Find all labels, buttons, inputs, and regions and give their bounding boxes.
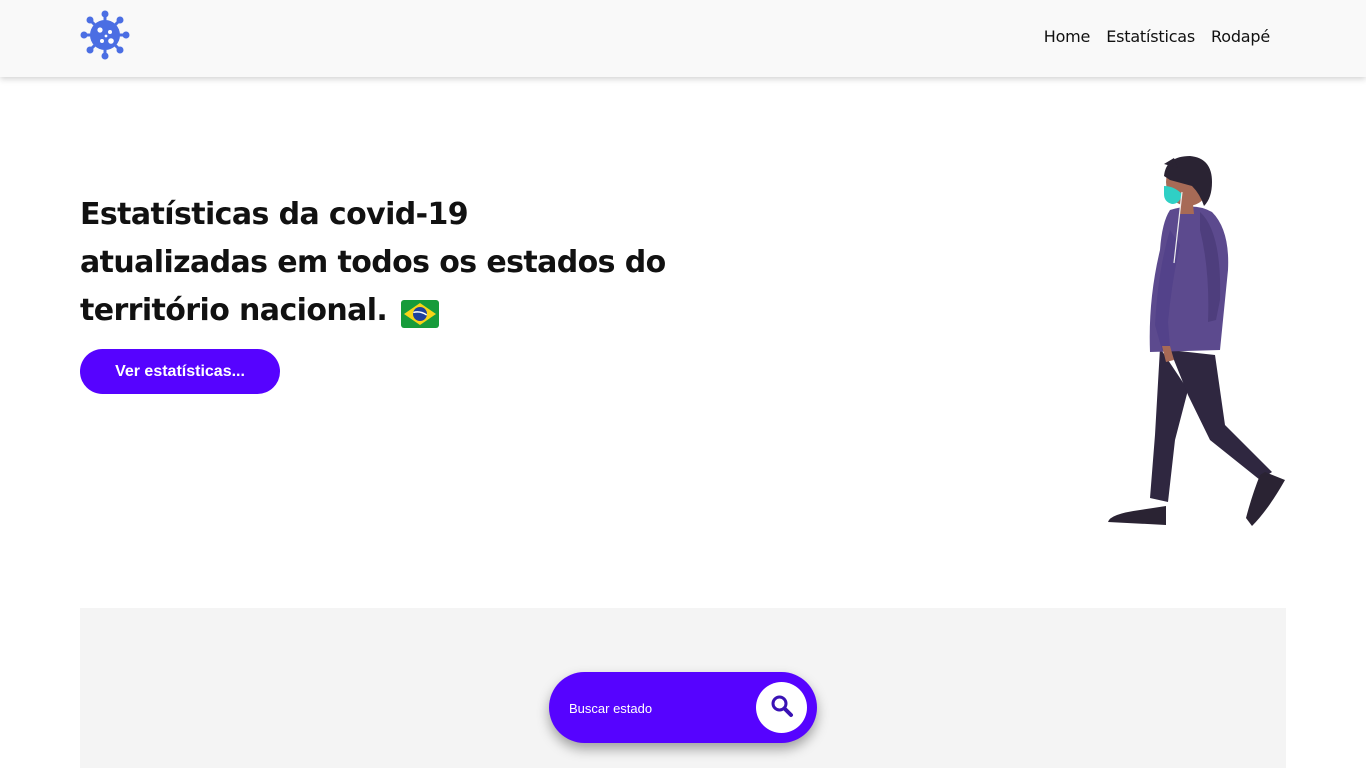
hero-title-line-3: território nacional. xyxy=(80,293,388,328)
nav-link-home[interactable]: Home xyxy=(1044,27,1091,46)
hero-title-line-1: Estatísticas da covid-19 xyxy=(80,197,469,232)
hero-title-line-2: atualizadas em todos os estados do xyxy=(80,245,666,280)
search-bar xyxy=(549,672,817,743)
nav-menu: Home Estatísticas Rodapé xyxy=(1044,27,1270,46)
search-icon xyxy=(770,694,794,721)
search-input[interactable] xyxy=(569,696,749,720)
hero-title: Estatísticas da covid-19 atualizadas em … xyxy=(80,191,720,335)
search-section xyxy=(80,608,1286,768)
person-walking-with-mask-illustration xyxy=(1100,150,1295,535)
brazil-flag-icon xyxy=(401,295,440,328)
search-button[interactable] xyxy=(756,682,807,733)
ver-estatisticas-button[interactable]: Ver estatísticas... xyxy=(80,349,280,394)
navbar: Home Estatísticas Rodapé xyxy=(0,0,1366,77)
nav-link-estatisticas[interactable]: Estatísticas xyxy=(1106,27,1195,46)
virus-logo-icon[interactable] xyxy=(80,10,130,60)
nav-link-rodape[interactable]: Rodapé xyxy=(1211,27,1270,46)
